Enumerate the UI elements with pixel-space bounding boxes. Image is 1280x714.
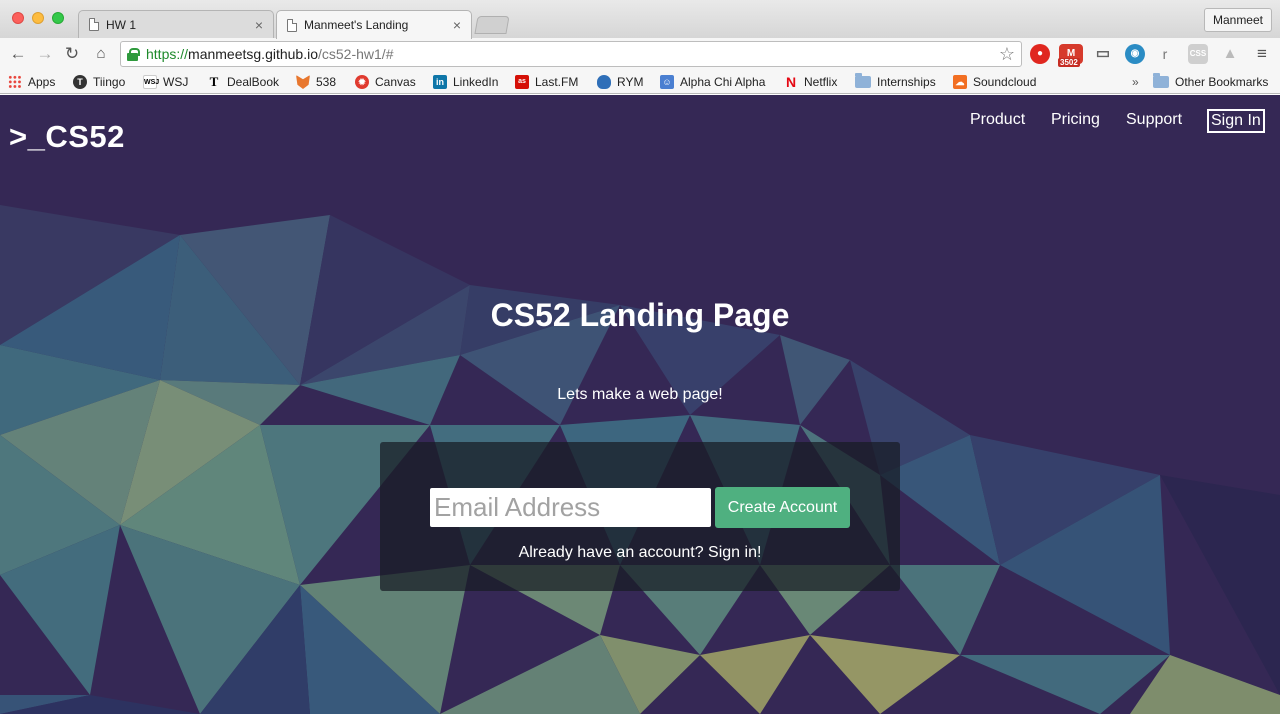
- bookmark-label: LinkedIn: [453, 75, 499, 89]
- bookmark-label: Apps: [28, 75, 56, 89]
- bookmark-canvas[interactable]: ✹ Canvas: [355, 73, 416, 91]
- folder-icon: [1153, 73, 1169, 88]
- profile-button[interactable]: Manmeet: [1203, 8, 1272, 32]
- page-subtitle: Lets make a web page!: [557, 386, 723, 403]
- signup-panel: Create Account Already have an account? …: [380, 442, 900, 591]
- lastfm-icon: as: [515, 75, 529, 89]
- gmail-badge: 3502: [1058, 58, 1080, 67]
- back-icon[interactable]: ←: [8, 44, 28, 64]
- adblock-icon[interactable]: ●: [1030, 44, 1050, 64]
- bookmark-lastfm[interactable]: as Last.FM: [515, 73, 578, 91]
- bookmark-label: Canvas: [375, 75, 416, 89]
- nyt-icon: T: [209, 74, 219, 89]
- readability-icon[interactable]: r: [1155, 44, 1175, 64]
- url-scheme: https://: [146, 46, 189, 62]
- signin-prompt-link[interactable]: Already have an account? Sign in!: [380, 544, 900, 562]
- tab-title: Manmeet's Landing: [304, 18, 409, 32]
- address-bar[interactable]: https:// manmeetsg.github.io /cs52-hw1/#…: [120, 41, 1022, 67]
- document-icon: [287, 18, 297, 32]
- tab-manmeets-landing[interactable]: Manmeet's Landing ×: [276, 10, 472, 39]
- bookmark-label: RYM: [617, 75, 644, 89]
- polygon-background: [0, 95, 1280, 714]
- close-tab-icon[interactable]: ×: [255, 18, 263, 32]
- extension-eye-icon[interactable]: ◉: [1125, 44, 1145, 64]
- bookmark-apps[interactable]: Apps: [8, 73, 55, 91]
- nav-product-link[interactable]: Product: [970, 111, 1025, 129]
- bookmark-icon: ☺: [660, 75, 674, 89]
- bookmark-label: Other Bookmarks: [1175, 75, 1269, 89]
- close-window-icon[interactable]: [12, 12, 24, 24]
- bookmark-linkedin[interactable]: in LinkedIn: [433, 73, 498, 91]
- browser-toolbar: ← → ↻ ⌂ https:// manmeetsg.github.io /cs…: [0, 38, 1280, 70]
- document-icon: [89, 18, 99, 31]
- minimize-window-icon[interactable]: [32, 12, 44, 24]
- bookmark-rym[interactable]: RYM: [597, 73, 643, 91]
- bookmark-tiingo[interactable]: T Tiingo: [73, 73, 125, 91]
- lock-icon: [127, 47, 140, 61]
- wsj-icon: WSJ: [143, 75, 159, 89]
- bookmark-soundcloud[interactable]: ☁ Soundcloud: [953, 73, 1036, 91]
- canvas-icon: ✹: [355, 75, 369, 89]
- bookmarks-bar: Apps T Tiingo WSJ WSJ T DealBook 538 ✹ C…: [0, 70, 1280, 94]
- tab-title: HW 1: [106, 17, 136, 32]
- nav-pricing-link[interactable]: Pricing: [1051, 111, 1100, 129]
- url-path: /cs52-hw1/#: [318, 46, 394, 62]
- maximize-window-icon[interactable]: [52, 12, 64, 24]
- tab-hw1[interactable]: HW 1 ×: [78, 10, 274, 38]
- bookmark-label: Tiingo: [93, 75, 126, 89]
- nav-signin-link[interactable]: Sign In: [1207, 109, 1265, 133]
- email-field[interactable]: [430, 488, 711, 527]
- forward-icon[interactable]: →: [35, 44, 55, 64]
- bookmark-label: Alpha Chi Alpha: [680, 75, 766, 89]
- bookmark-label: Soundcloud: [973, 75, 1037, 89]
- page-title: CS52 Landing Page: [490, 297, 790, 333]
- netflix-icon: N: [785, 74, 797, 90]
- css-extension-icon[interactable]: CSS: [1188, 44, 1208, 64]
- bookmark-wsj[interactable]: WSJ WSJ: [143, 73, 188, 91]
- new-tab-button[interactable]: [474, 16, 510, 34]
- cast-icon[interactable]: ▭: [1093, 44, 1113, 64]
- bookmark-alpha-chi-alpha[interactable]: ☺ Alpha Chi Alpha: [660, 73, 765, 91]
- bookmark-star-icon[interactable]: ☆: [999, 44, 1015, 65]
- bookmark-netflix[interactable]: N Netflix: [784, 73, 837, 91]
- bookmarks-overflow-icon[interactable]: »: [1132, 73, 1139, 91]
- url-host: manmeetsg.github.io: [188, 46, 318, 62]
- tab-strip: HW 1 × Manmeet's Landing × Manmeet: [0, 0, 1280, 39]
- rym-icon: [597, 75, 611, 89]
- tiingo-icon: T: [73, 75, 87, 89]
- drive-icon[interactable]: ▲: [1220, 44, 1240, 64]
- bookmark-label: DealBook: [227, 75, 280, 89]
- bookmark-label: 538: [316, 75, 337, 89]
- soundcloud-icon: ☁: [953, 75, 967, 89]
- create-account-button[interactable]: Create Account: [715, 487, 850, 528]
- bookmark-dealbook[interactable]: T DealBook: [207, 73, 279, 91]
- bookmark-label: WSJ: [163, 75, 189, 89]
- bookmark-other-bookmarks[interactable]: Other Bookmarks: [1153, 73, 1268, 91]
- apps-grid-icon: [8, 75, 22, 89]
- close-tab-icon[interactable]: ×: [453, 18, 461, 32]
- web-page: >_CS52 Product Pricing Support Sign In C…: [0, 95, 1280, 714]
- bookmark-label: Internships: [877, 75, 936, 89]
- folder-icon: [855, 73, 871, 88]
- nav-support-link[interactable]: Support: [1126, 111, 1182, 129]
- bookmark-538[interactable]: 538: [296, 73, 336, 91]
- site-logo[interactable]: >_CS52: [9, 119, 125, 155]
- fox-icon: [296, 75, 310, 89]
- bookmark-label: Netflix: [804, 75, 838, 89]
- bookmark-label: Last.FM: [535, 75, 579, 89]
- bookmark-internships[interactable]: Internships: [855, 73, 936, 91]
- reload-icon[interactable]: ↻: [62, 44, 82, 64]
- linkedin-icon: in: [433, 75, 447, 89]
- home-icon[interactable]: ⌂: [91, 44, 111, 64]
- menu-icon[interactable]: ≡: [1252, 44, 1272, 64]
